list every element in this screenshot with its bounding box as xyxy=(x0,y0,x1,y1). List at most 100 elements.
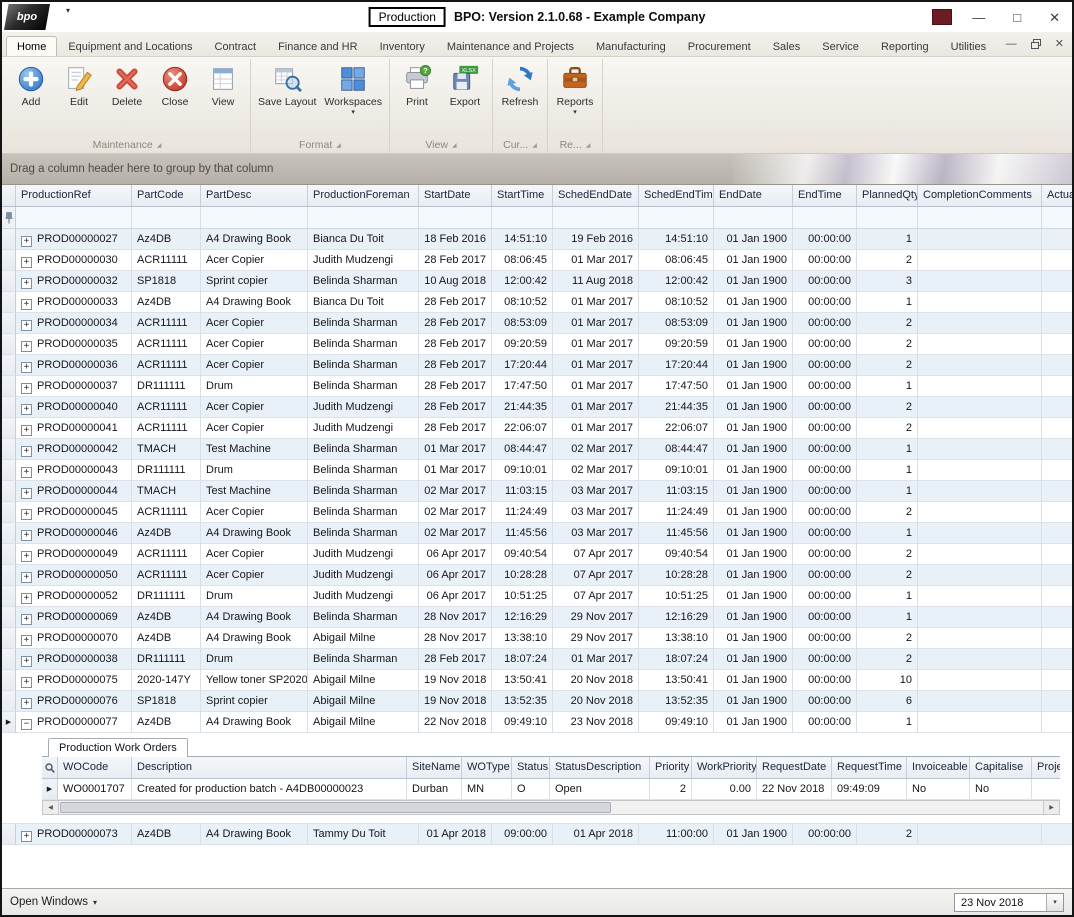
grid-row-PROD00000046[interactable]: + PROD00000046 Az4DB A4 Drawing Book Belinda… xyxy=(2,523,1072,544)
expand-icon[interactable]: + xyxy=(21,467,32,478)
close-button[interactable]: ✕ xyxy=(1049,11,1060,24)
open-windows-button[interactable]: Open Windows ▾ xyxy=(10,896,97,908)
expand-icon[interactable]: + xyxy=(21,425,32,436)
tab-home[interactable]: Home xyxy=(6,36,58,56)
filter-cell-enddate[interactable] xyxy=(714,207,793,228)
group-by-bar[interactable]: Drag a column header here to group by th… xyxy=(2,154,1072,185)
expand-icon[interactable]: + xyxy=(21,698,32,709)
detail-column-header-statusdescription[interactable]: StatusDescription xyxy=(550,757,650,778)
expand-icon[interactable]: + xyxy=(21,635,32,646)
filter-cell-productionforeman[interactable] xyxy=(308,207,419,228)
grid-row-PROD00000035[interactable]: + PROD00000035 ACR11111 Acer Copier Belinda … xyxy=(2,334,1072,355)
detail-column-header-wotype[interactable]: WOType xyxy=(462,757,512,778)
filter-cell-partdesc[interactable] xyxy=(201,207,308,228)
mdi-minimize-icon[interactable]: — xyxy=(1006,38,1017,50)
filter-cell-partcode[interactable] xyxy=(132,207,201,228)
expand-icon[interactable]: + xyxy=(21,446,32,457)
grid-row-PROD00000073[interactable]: + PROD00000073 Az4DB A4 Drawing Book Tammy D… xyxy=(2,824,1072,845)
grid-row-PROD00000033[interactable]: + PROD00000033 Az4DB A4 Drawing Book Bianca … xyxy=(2,292,1072,313)
column-header-plannedqty[interactable]: PlannedQty xyxy=(857,185,918,206)
grid-row-PROD00000076[interactable]: + PROD00000076 SP1818 Sprint copier Abigail … xyxy=(2,691,1072,712)
tab-reporting[interactable]: Reporting xyxy=(870,36,940,56)
scrollbar-track[interactable] xyxy=(59,801,1043,814)
column-header-completioncomments[interactable]: CompletionComments xyxy=(918,185,1042,206)
detail-column-header-requesttime[interactable]: RequestTime xyxy=(832,757,907,778)
expand-icon[interactable]: + xyxy=(21,404,32,415)
grid-filter-row[interactable] xyxy=(2,207,1072,229)
detail-tab-production-work-orders[interactable]: Production Work Orders xyxy=(48,738,188,757)
detail-column-header-capitalise[interactable]: Capitalise xyxy=(970,757,1032,778)
tab-sales[interactable]: Sales xyxy=(762,36,812,56)
grid-row-PROD00000030[interactable]: + PROD00000030 ACR11111 Acer Copier Judith M… xyxy=(2,250,1072,271)
tab-equipment-and-locations[interactable]: Equipment and Locations xyxy=(57,36,203,56)
filter-cell-startdate[interactable] xyxy=(419,207,492,228)
collapse-icon[interactable]: − xyxy=(21,719,32,730)
column-header-productionref[interactable]: ProductionRef xyxy=(16,185,132,206)
tab-finance-and-hr[interactable]: Finance and HR xyxy=(267,36,369,56)
expand-icon[interactable]: + xyxy=(21,614,32,625)
expand-icon[interactable]: + xyxy=(21,299,32,310)
grid-row-PROD00000037[interactable]: + PROD00000037 DR111111 Drum Belinda Sharman… xyxy=(2,376,1072,397)
column-header-partcode[interactable]: PartCode xyxy=(132,185,201,206)
filter-cell-actual[interactable] xyxy=(1042,207,1072,228)
expand-icon[interactable]: + xyxy=(21,530,32,541)
grid-row-PROD00000049[interactable]: + PROD00000049 ACR11111 Acer Copier Judith M… xyxy=(2,544,1072,565)
grid-row-PROD00000045[interactable]: + PROD00000045 ACR11111 Acer Copier Belinda … xyxy=(2,502,1072,523)
ribbon-button-export[interactable]: XLSX Export xyxy=(441,61,489,109)
expand-icon[interactable]: + xyxy=(21,831,32,842)
column-header-actual[interactable]: Actual xyxy=(1042,185,1072,206)
column-header-partdesc[interactable]: PartDesc xyxy=(201,185,308,206)
grid-row-PROD00000050[interactable]: + PROD00000050 ACR11111 Acer Copier Judith M… xyxy=(2,565,1072,586)
ribbon-button-reports[interactable]: Reports ▾ xyxy=(551,61,599,116)
grid-row-PROD00000070[interactable]: + PROD00000070 Az4DB A4 Drawing Book Abigail… xyxy=(2,628,1072,649)
tab-contract[interactable]: Contract xyxy=(204,36,268,56)
tab-procurement[interactable]: Procurement xyxy=(677,36,762,56)
detail-column-header-invoiceable[interactable]: Invoiceable xyxy=(907,757,970,778)
scrollbar-thumb[interactable] xyxy=(60,802,612,813)
mdi-close-icon[interactable]: ✕ xyxy=(1055,37,1064,50)
expand-icon[interactable]: + xyxy=(21,572,32,583)
ribbon-button-save-layout[interactable]: Save Layout xyxy=(254,61,320,109)
date-dropdown-button[interactable]: ▾ xyxy=(1046,893,1063,911)
ribbon-button-close[interactable]: Close xyxy=(151,61,199,109)
maximize-button[interactable]: □ xyxy=(1013,11,1021,24)
tab-manufacturing[interactable]: Manufacturing xyxy=(585,36,677,56)
column-header-schedendtime[interactable]: SchedEndTime xyxy=(639,185,714,206)
expand-icon[interactable]: + xyxy=(21,236,32,247)
tab-maintenance-and-projects[interactable]: Maintenance and Projects xyxy=(436,36,585,56)
tab-inventory[interactable]: Inventory xyxy=(369,36,436,56)
mdi-restore-icon[interactable] xyxy=(1030,38,1041,49)
ribbon-button-view[interactable]: View xyxy=(199,61,247,109)
filter-cell-endtime[interactable] xyxy=(793,207,857,228)
expand-icon[interactable]: + xyxy=(21,656,32,667)
grid-row-PROD00000052[interactable]: + PROD00000052 DR111111 Drum Judith Mudzengi… xyxy=(2,586,1072,607)
ribbon-button-print[interactable]: ? Print xyxy=(393,61,441,109)
grid-row-PROD00000032[interactable]: + PROD00000032 SP1818 Sprint copier Belinda … xyxy=(2,271,1072,292)
expand-icon[interactable]: + xyxy=(21,551,32,562)
detail-column-header-description[interactable]: Description xyxy=(132,757,407,778)
column-header-productionforeman[interactable]: ProductionForeman xyxy=(308,185,419,206)
expand-icon[interactable]: + xyxy=(21,383,32,394)
group-dialog-launcher-icon[interactable]: ◢ xyxy=(586,143,591,149)
filter-cell-schedenddate[interactable] xyxy=(553,207,639,228)
detail-column-header-requestdate[interactable]: RequestDate xyxy=(757,757,832,778)
detail-column-header-status[interactable]: Status xyxy=(512,757,550,778)
group-dialog-launcher-icon[interactable]: ◢ xyxy=(336,143,341,149)
scroll-right-button[interactable]: ▶ xyxy=(1043,801,1059,814)
tab-service[interactable]: Service xyxy=(811,36,870,56)
date-picker[interactable]: 23 Nov 2018 ▾ xyxy=(954,892,1064,912)
expand-icon[interactable]: + xyxy=(21,278,32,289)
column-header-schedenddate[interactable]: SchedEndDate xyxy=(553,185,639,206)
expand-icon[interactable]: + xyxy=(21,362,32,373)
detail-column-header-wocode[interactable]: WOCode xyxy=(58,757,132,778)
grid-row-PROD00000075[interactable]: + PROD00000075 2020-147Y Yellow toner SP202… xyxy=(2,670,1072,691)
tab-utilities[interactable]: Utilities xyxy=(940,36,997,56)
grid-row-PROD00000038[interactable]: + PROD00000038 DR111111 Drum Belinda Sharman… xyxy=(2,649,1072,670)
expand-icon[interactable]: + xyxy=(21,341,32,352)
grid-row-PROD00000036[interactable]: + PROD00000036 ACR11111 Acer Copier Belinda … xyxy=(2,355,1072,376)
detail-row-WO0001707[interactable]: ▶ WO0001707 Created for production batch -… xyxy=(42,779,1060,800)
column-header-endtime[interactable]: EndTime xyxy=(793,185,857,206)
grid-row-PROD00000027[interactable]: + PROD00000027 Az4DB A4 Drawing Book Bianca … xyxy=(2,229,1072,250)
detail-column-header-workpriority[interactable]: WorkPriority xyxy=(692,757,757,778)
column-header-starttime[interactable]: StartTime xyxy=(492,185,553,206)
